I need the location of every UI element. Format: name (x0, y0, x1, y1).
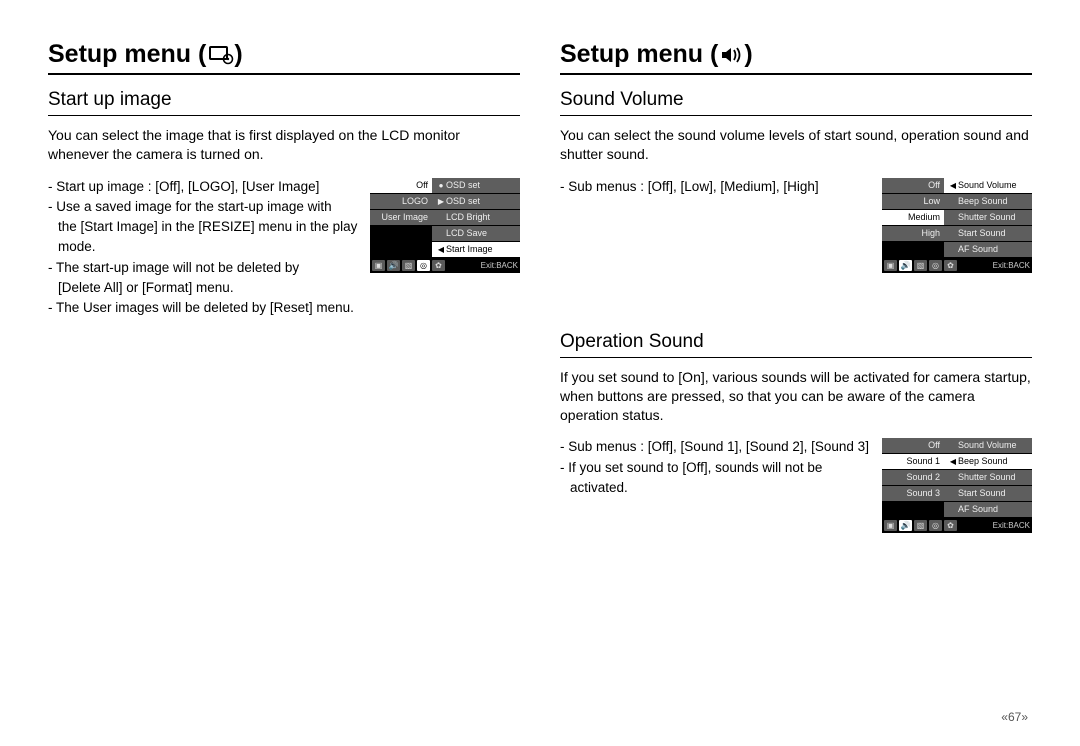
menu-tab-icon[interactable]: ▧ (914, 520, 927, 531)
menu-category[interactable]: Start Sound (944, 226, 1032, 241)
operation-sound-section: Operation Sound If you set sound to [On]… (560, 331, 1032, 534)
menu-tab-icon[interactable]: ▣ (884, 520, 897, 531)
menu-tab-icon[interactable]: ▧ (914, 260, 927, 271)
menu-category[interactable]: ◀Beep Sound (944, 454, 1032, 469)
startup-image-desc: You can select the image that is first d… (48, 126, 520, 164)
menu-footer: ▣🔊▧◎✿ Exit:BACK (882, 518, 1032, 533)
menu-option[interactable] (370, 242, 432, 257)
menu-option[interactable]: Off (370, 178, 432, 193)
menu-category[interactable]: Beep Sound (944, 194, 1032, 209)
sound-volume-heading: Sound Volume (560, 89, 1032, 116)
menu-tab-icon[interactable]: ✿ (944, 520, 957, 531)
sound-setup-icon (720, 40, 744, 69)
menu-tab-icon[interactable]: ✿ (944, 260, 957, 271)
menu-footer: ▣🔊▧◎✿ Exit:BACK (370, 258, 520, 273)
menu-category[interactable]: Start Sound (944, 486, 1032, 501)
menu-option[interactable]: Off (882, 178, 944, 193)
menu-option[interactable]: Low (882, 194, 944, 209)
menu-category[interactable]: Shutter Sound (944, 470, 1032, 485)
menu-tab-icon[interactable]: ▧ (402, 260, 415, 271)
display-setup-icon (208, 40, 234, 69)
startup-image-heading: Start up image (48, 89, 520, 116)
page-number: «67» (1001, 710, 1028, 724)
menu-tab-icon[interactable]: ◎ (929, 260, 942, 271)
menu-exit-label: Exit:BACK (993, 261, 1030, 270)
operation-sound-heading: Operation Sound (560, 331, 1032, 358)
startup-image-section: Start up image You can select the image … (48, 89, 520, 319)
menu-category[interactable]: Shutter Sound (944, 210, 1032, 225)
menu-option[interactable] (370, 226, 432, 241)
menu-category[interactable]: LCD Bright (432, 210, 520, 225)
sound-volume-menu: OffLowMediumHigh◀Sound VolumeBeep SoundS… (882, 178, 1032, 273)
operation-sound-desc: If you set sound to [On], various sounds… (560, 368, 1032, 425)
left-column: Setup menu ( ) Start up image You can se… (48, 40, 520, 567)
sound-volume-desc: You can select the sound volume levels o… (560, 126, 1032, 164)
right-title-prefix: Setup menu ( (560, 40, 718, 69)
menu-option[interactable]: LOGO (370, 194, 432, 209)
menu-tab-icon[interactable]: ▣ (372, 260, 385, 271)
menu-option[interactable] (882, 502, 944, 517)
menu-category[interactable]: AF Sound (944, 242, 1032, 257)
operation-sound-menu: OffSound 1Sound 2Sound 3 Sound Volume◀Bee… (882, 438, 1032, 533)
menu-exit-label: Exit:BACK (993, 521, 1030, 530)
menu-option[interactable]: Medium (882, 210, 944, 225)
menu-tab-icon[interactable]: ◎ (929, 520, 942, 531)
menu-category[interactable]: ●OSD set (432, 178, 520, 193)
menu-tab-icon[interactable]: 🔊 (899, 260, 912, 271)
menu-tab-icon[interactable]: 🔊 (899, 520, 912, 531)
menu-category[interactable]: ◀Start Image (432, 242, 520, 257)
menu-option[interactable]: High (882, 226, 944, 241)
menu-tab-icon[interactable]: ▣ (884, 260, 897, 271)
operation-sound-notes: - Sub menus : [Off], [Sound 1], [Sound 2… (560, 438, 870, 499)
menu-category[interactable]: LCD Save (432, 226, 520, 241)
left-title-prefix: Setup menu ( (48, 40, 206, 69)
right-title-row: Setup menu ( ) (560, 40, 1032, 75)
menu-category[interactable]: AF Sound (944, 502, 1032, 517)
menu-category[interactable]: Sound Volume (944, 438, 1032, 453)
startup-image-menu: OffLOGOUser Image ●OSD set▶OSD setLCD Bri… (370, 178, 520, 273)
menu-tab-icon[interactable]: 🔊 (387, 260, 400, 271)
menu-option[interactable]: User Image (370, 210, 432, 225)
menu-category[interactable]: ▶OSD set (432, 194, 520, 209)
menu-footer: ▣🔊▧◎✿ Exit:BACK (882, 258, 1032, 273)
left-title-suffix: ) (234, 40, 242, 69)
left-title-row: Setup menu ( ) (48, 40, 520, 75)
menu-tab-icon[interactable]: ◎ (417, 260, 430, 271)
menu-option[interactable] (882, 242, 944, 257)
menu-option[interactable]: Off (882, 438, 944, 453)
menu-option[interactable]: Sound 1 (882, 454, 944, 469)
sound-volume-section: Sound Volume You can select the sound vo… (560, 89, 1032, 273)
menu-tab-icon[interactable]: ✿ (432, 260, 445, 271)
menu-category[interactable]: ◀Sound Volume (944, 178, 1032, 193)
menu-option[interactable]: Sound 3 (882, 486, 944, 501)
menu-exit-label: Exit:BACK (481, 261, 518, 270)
startup-image-notes: - Start up image : [Off], [LOGO], [User … (48, 178, 358, 320)
menu-option[interactable]: Sound 2 (882, 470, 944, 485)
right-title-suffix: ) (744, 40, 752, 69)
sound-volume-notes: - Sub menus : [Off], [Low], [Medium], [H… (560, 178, 870, 198)
right-column: Setup menu ( ) Sound Volume You can sele… (560, 40, 1032, 567)
